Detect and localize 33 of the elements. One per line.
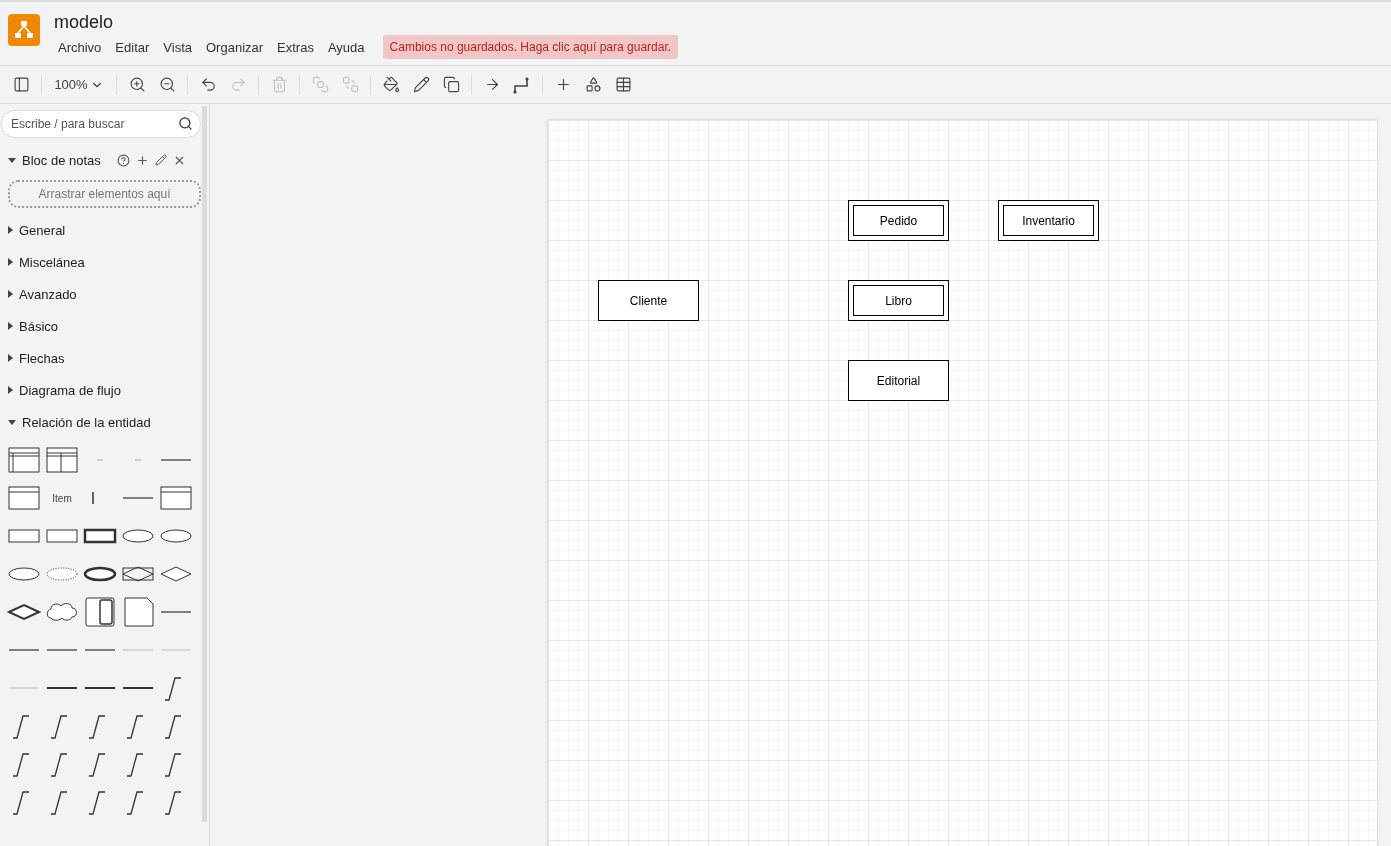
search-field[interactable]: Escribe / para buscar xyxy=(1,110,201,138)
menu-item[interactable]: Editar xyxy=(109,35,156,59)
entity-box[interactable]: Cliente xyxy=(598,280,699,321)
section-title[interactable]: Bloc de notas xyxy=(22,152,101,168)
section-header[interactable]: Avanzado xyxy=(0,278,201,310)
menu-item[interactable]: Ayuda xyxy=(321,35,371,59)
split-shape-icon[interactable] xyxy=(83,594,117,630)
section-header[interactable]: General xyxy=(0,214,201,246)
menu-item[interactable]: Vista xyxy=(157,35,198,59)
menu-item[interactable]: Archivo xyxy=(52,35,108,59)
document-title[interactable]: modelo xyxy=(54,12,679,33)
expand-icon[interactable] xyxy=(8,157,16,163)
plus-icon[interactable] xyxy=(135,153,149,167)
pencil-icon[interactable] xyxy=(154,154,167,166)
drop-zone[interactable]: Arrastrar elementos aquí xyxy=(8,180,201,208)
section-header[interactable]: Básico xyxy=(0,310,201,342)
unsaved-notice[interactable]: Cambios no guardados. Haga clic aquí para guardar. xyxy=(382,35,679,59)
menu-item[interactable]: Extras xyxy=(271,35,320,59)
entity-box[interactable]: Editorial xyxy=(848,360,949,401)
item-text[interactable]: Item xyxy=(52,492,72,504)
entity-box[interactable]: Inventario xyxy=(998,200,1099,241)
section-header[interactable]: Relación de la entidad xyxy=(0,406,201,438)
section-header[interactable]: Flechas xyxy=(0,342,201,374)
scrollbar[interactable] xyxy=(202,106,207,822)
search-icon[interactable] xyxy=(178,116,193,131)
entity-box[interactable]: Libro xyxy=(848,280,949,321)
app-logo[interactable] xyxy=(8,14,40,46)
help-icon[interactable] xyxy=(116,153,130,167)
zoom-dropdown[interactable]: 100% xyxy=(47,70,111,99)
section-header[interactable]: Miscelánea xyxy=(0,246,201,278)
menu-item[interactable]: Organizar xyxy=(200,35,270,59)
entity-box[interactable]: Pedido xyxy=(848,200,949,241)
section-header[interactable]: Diagrama de flujo xyxy=(0,374,201,406)
